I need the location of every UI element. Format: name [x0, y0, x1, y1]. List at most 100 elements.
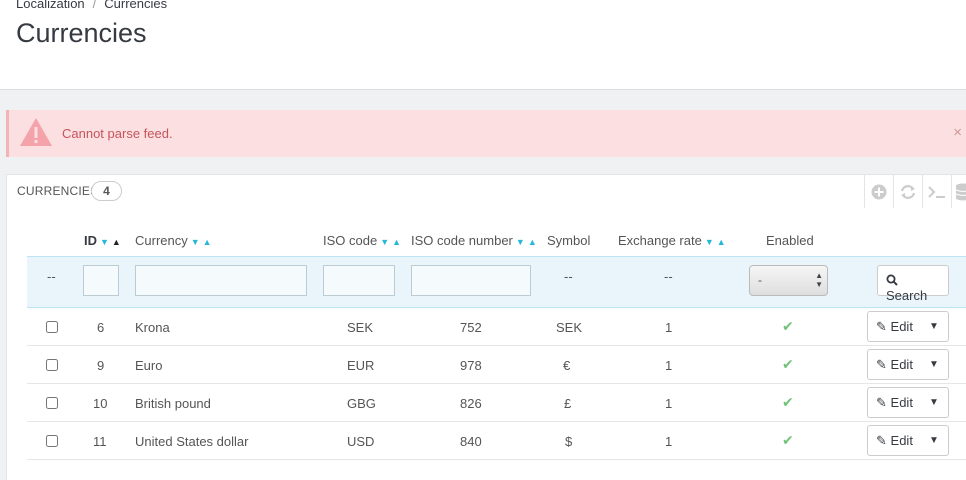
- cell-iso-code: SEK: [347, 320, 374, 335]
- edit-button[interactable]: ✎ Edit: [868, 350, 920, 379]
- edit-label: Edit: [890, 319, 913, 334]
- row-checkbox[interactable]: [46, 359, 58, 371]
- filter-iso-code-number-input[interactable]: [411, 265, 531, 296]
- chevron-down-icon[interactable]: ▼: [920, 312, 948, 341]
- sort-desc-icon[interactable]: ▼: [191, 237, 200, 247]
- chevron-down-icon[interactable]: ▼: [920, 388, 948, 417]
- search-button[interactable]: Search: [877, 265, 949, 303]
- row-checkbox[interactable]: [46, 321, 58, 333]
- breadcrumb-localization[interactable]: Localization: [16, 0, 85, 11]
- panel-toolbar: [864, 175, 966, 208]
- cell-symbol: SEK: [556, 320, 583, 335]
- close-icon[interactable]: ×: [953, 124, 962, 141]
- column-id[interactable]: ID ▼ ▲: [84, 233, 121, 248]
- page-header: Localization / Currencies Currencies: [0, 0, 966, 90]
- sort-asc-icon[interactable]: ▲: [203, 237, 212, 247]
- table-header: ID ▼ ▲ Currency ▼ ▲ ISO code ▼ ▲ ISO code numb…: [27, 227, 966, 253]
- chevron-down-icon[interactable]: ▼: [920, 426, 948, 455]
- filter-row: -- -- -- - ▲ ▼ Search: [27, 256, 966, 308]
- table-row[interactable]: 10 British pound GBG 826 £ 1 ✔ ✎ Edit ▼: [27, 384, 966, 422]
- column-iso-code-label: ISO code: [323, 233, 378, 248]
- column-iso-code-number[interactable]: ISO code number ▼ ▲: [411, 233, 537, 248]
- edit-button-group: ✎ Edit ▼: [867, 425, 949, 456]
- edit-button-group: ✎ Edit ▼: [867, 349, 949, 380]
- breadcrumb-currencies[interactable]: Currencies: [104, 0, 167, 11]
- add-icon[interactable]: [864, 175, 893, 208]
- filter-exchange-rate-dash: --: [664, 269, 673, 284]
- sort-asc-icon[interactable]: ▲: [112, 237, 121, 247]
- currencies-panel: CURRENCIES 4 ID ▼ ▲ Currency ▼ ▲ ISO code ▼ ▲ …: [6, 174, 966, 480]
- sort-asc-icon[interactable]: ▲: [717, 237, 726, 247]
- row-checkbox[interactable]: [46, 397, 58, 409]
- cell-iso-code: USD: [347, 434, 375, 449]
- column-currency-label: Currency: [135, 233, 188, 248]
- sort-desc-icon[interactable]: ▼: [100, 237, 109, 247]
- edit-label: Edit: [890, 433, 913, 448]
- column-id-label: ID: [84, 233, 97, 248]
- table-row[interactable]: 6 Krona SEK 752 SEK 1 ✔ ✎ Edit ▼: [27, 308, 966, 346]
- column-symbol: Symbol: [547, 233, 591, 248]
- sort-asc-icon[interactable]: ▲: [528, 237, 537, 247]
- cell-exchange-rate: 1: [665, 396, 673, 411]
- cell-currency: United States dollar: [135, 434, 249, 449]
- column-currency[interactable]: Currency ▼ ▲: [135, 233, 212, 248]
- sort-desc-icon[interactable]: ▼: [516, 237, 525, 247]
- cell-symbol: £: [564, 396, 572, 411]
- cell-symbol: $: [565, 434, 573, 449]
- enabled-check-icon[interactable]: ✔: [782, 356, 794, 373]
- enabled-check-icon[interactable]: ✔: [782, 432, 794, 449]
- edit-button[interactable]: ✎ Edit: [868, 426, 920, 455]
- cell-id: 11: [93, 434, 107, 449]
- filter-symbol-dash: --: [564, 269, 573, 284]
- sql-query-icon[interactable]: [922, 175, 951, 208]
- enabled-check-icon[interactable]: ✔: [782, 318, 794, 335]
- cell-exchange-rate: 1: [665, 434, 673, 449]
- cell-iso-number: 978: [460, 358, 482, 373]
- filter-enabled-value: -: [758, 273, 762, 287]
- enabled-check-icon[interactable]: ✔: [782, 394, 794, 411]
- database-icon[interactable]: [951, 175, 966, 208]
- filter-iso-code-input[interactable]: [323, 265, 395, 296]
- table-row[interactable]: 9 Euro EUR 978 € 1 ✔ ✎ Edit ▼: [27, 346, 966, 384]
- filter-enabled-select[interactable]: - ▲ ▼: [749, 265, 828, 296]
- cell-currency: Euro: [135, 358, 163, 373]
- cell-id: 10: [93, 396, 108, 411]
- sort-desc-icon[interactable]: ▼: [705, 237, 714, 247]
- cell-exchange-rate: 1: [665, 320, 673, 335]
- cell-currency: British pound: [135, 396, 211, 411]
- breadcrumb-separator: /: [92, 0, 97, 11]
- chevron-down-icon[interactable]: ▼: [920, 350, 948, 379]
- row-checkbox[interactable]: [46, 435, 58, 447]
- column-exchange-rate[interactable]: Exchange rate ▼ ▲: [618, 233, 726, 248]
- filter-id-input[interactable]: [83, 265, 119, 296]
- column-iso-code[interactable]: ISO code ▼ ▲: [323, 233, 401, 248]
- filter-currency-input[interactable]: [135, 265, 307, 296]
- pencil-icon: ✎: [876, 319, 887, 334]
- cell-id: 9: [97, 358, 105, 373]
- breadcrumb: Localization / Currencies: [16, 0, 167, 11]
- table-row[interactable]: 11 United States dollar USD 840 $ 1 ✔ ✎ …: [27, 422, 966, 460]
- cell-iso-number: 840: [460, 434, 482, 449]
- edit-button[interactable]: ✎ Edit: [868, 312, 920, 341]
- column-iso-code-number-label: ISO code number: [411, 233, 513, 248]
- search-icon: [886, 274, 898, 286]
- page-title: Currencies: [16, 18, 147, 48]
- edit-label: Edit: [890, 395, 913, 410]
- refresh-icon[interactable]: [893, 175, 922, 208]
- sort-asc-icon[interactable]: ▲: [392, 237, 401, 247]
- cell-iso-code: EUR: [347, 358, 375, 373]
- sort-desc-icon[interactable]: ▼: [380, 237, 389, 247]
- filter-placeholder-dash: --: [47, 269, 56, 284]
- column-enabled: Enabled: [766, 233, 814, 248]
- pencil-icon: ✎: [876, 357, 887, 372]
- cell-id: 6: [97, 320, 105, 335]
- alert-message: Cannot parse feed.: [62, 126, 173, 141]
- cell-currency: Krona: [135, 320, 170, 335]
- edit-button[interactable]: ✎ Edit: [868, 388, 920, 417]
- warning-icon: [20, 118, 52, 146]
- edit-button-group: ✎ Edit ▼: [867, 387, 949, 418]
- column-exchange-rate-label: Exchange rate: [618, 233, 702, 248]
- error-alert: Cannot parse feed. ×: [6, 110, 966, 157]
- pencil-icon: ✎: [876, 395, 887, 410]
- panel-title: CURRENCIES: [17, 184, 99, 198]
